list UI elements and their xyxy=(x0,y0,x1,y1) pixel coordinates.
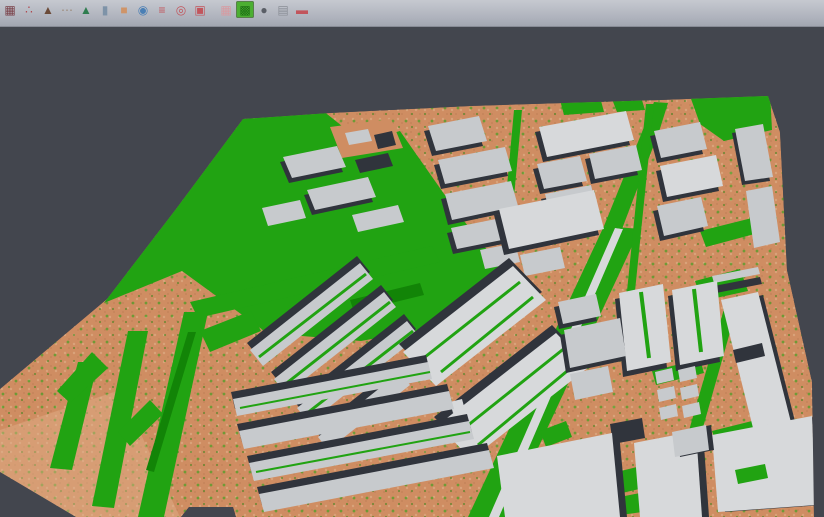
snapshot-icon-glyph: ▤ xyxy=(277,4,288,16)
colored-terrain-icon-glyph: ▲ xyxy=(80,4,92,16)
ortho-view-icon[interactable]: ■ xyxy=(115,1,133,18)
classify-blocks-icon-glyph: ▦ xyxy=(4,4,15,16)
snapshot-icon[interactable]: ▤ xyxy=(274,1,292,18)
key-points-icon-glyph: ∴ xyxy=(25,4,33,16)
toolbar-separator xyxy=(210,1,217,18)
target-icon[interactable]: ◎ xyxy=(172,1,190,18)
ortho-view-icon-glyph: ■ xyxy=(120,4,127,16)
terrain-model-icon[interactable]: ▲ xyxy=(39,1,57,18)
grid-icon-glyph: ▦ xyxy=(220,4,231,16)
measure-icon-glyph: ▬ xyxy=(296,4,308,16)
colored-terrain-icon[interactable]: ▲ xyxy=(77,1,95,18)
render-sphere-icon-glyph: ● xyxy=(260,4,267,16)
viewport-3d[interactable] xyxy=(0,27,824,517)
point-cloud-canvas[interactable] xyxy=(0,27,824,517)
main-toolbar: ▦ ∴ ▲ ⋯ ▲ ▮ ■ ◉ ≡ ◎ ▣ ▦ ▩ ● ▤ ▬ xyxy=(0,0,824,27)
sparse-points-icon-glyph: ⋯ xyxy=(61,4,73,16)
zoom-extent-icon[interactable]: ▣ xyxy=(191,1,209,18)
globe-view-icon[interactable]: ◉ xyxy=(134,1,152,18)
globe-view-icon-glyph: ◉ xyxy=(138,4,148,16)
classification-view-icon-glyph: ▩ xyxy=(239,4,250,16)
measure-icon[interactable]: ▬ xyxy=(293,1,311,18)
target-icon-glyph: ◎ xyxy=(176,4,186,16)
layer-list-icon[interactable]: ≡ xyxy=(153,1,171,18)
sparse-points-icon[interactable]: ⋯ xyxy=(58,1,76,18)
zoom-extent-icon-glyph: ▣ xyxy=(194,4,205,16)
terrain-model-icon-glyph: ▲ xyxy=(42,4,54,16)
classification-view-icon[interactable]: ▩ xyxy=(236,1,254,18)
profile-view-icon-glyph: ▮ xyxy=(102,4,109,16)
application-window: ▦ ∴ ▲ ⋯ ▲ ▮ ■ ◉ ≡ ◎ ▣ ▦ ▩ ● ▤ ▬ xyxy=(0,0,824,517)
render-sphere-icon[interactable]: ● xyxy=(255,1,273,18)
layer-list-icon-glyph: ≡ xyxy=(158,4,165,16)
key-points-icon[interactable]: ∴ xyxy=(20,1,38,18)
profile-view-icon[interactable]: ▮ xyxy=(96,1,114,18)
grid-icon[interactable]: ▦ xyxy=(217,1,235,18)
classify-blocks-icon[interactable]: ▦ xyxy=(1,1,19,18)
